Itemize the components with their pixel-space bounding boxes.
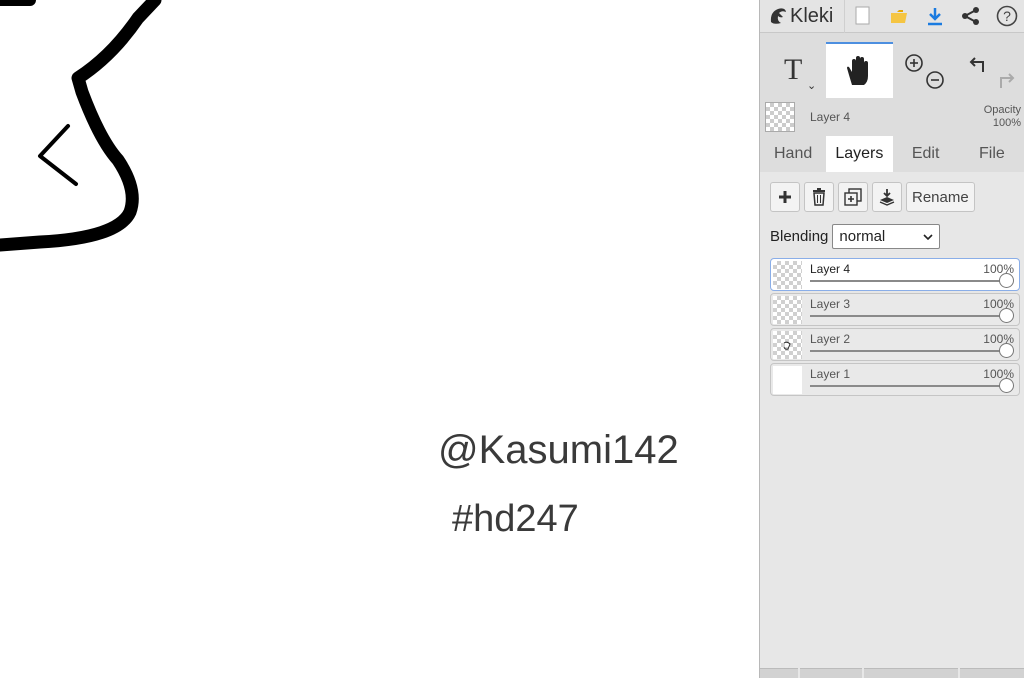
zoom-tool-button[interactable] (893, 42, 959, 98)
slider-handle[interactable] (999, 343, 1014, 358)
app-name: Kleki (790, 4, 834, 27)
svg-text:?: ? (1003, 8, 1011, 24)
bottom-bar (760, 668, 1024, 678)
layer-item[interactable]: Layer 3 100% (770, 293, 1020, 326)
bottom-bar-segment (960, 668, 1024, 678)
layer-name: Layer 3 (810, 297, 851, 311)
opacity-label: Opacity (983, 104, 1021, 116)
layer-name: Layer 4 (810, 262, 851, 276)
download-icon (928, 8, 942, 26)
duplicate-layer-button[interactable] (838, 182, 868, 212)
new-image-button[interactable] (845, 0, 881, 33)
bottom-bar-segment (800, 668, 862, 678)
slider-handle[interactable] (999, 273, 1014, 288)
drawing-canvas[interactable]: @Kasumi142 #hd247 (0, 0, 759, 678)
layer-opacity-slider[interactable] (810, 378, 1014, 393)
current-layer-opacity: Opacity 100% (984, 104, 1021, 130)
canvas-tag-text: #hd247 (452, 498, 579, 540)
new-image-icon (855, 6, 870, 25)
undo-redo-icon (969, 57, 1015, 88)
download-button[interactable] (917, 0, 953, 33)
layer-name: Layer 2 (810, 332, 851, 346)
hand-icon (847, 56, 869, 85)
current-layer-thumbnail (765, 102, 795, 132)
layer-thumbnail-sketch (783, 341, 791, 350)
opacity-value: 100% (992, 117, 1021, 129)
blending-row: Blending normal (770, 224, 941, 249)
layer-item[interactable]: Layer 4 100% (770, 258, 1020, 291)
layer-opacity-slider[interactable] (810, 308, 1014, 323)
tab-layers[interactable]: Layers (826, 136, 893, 172)
chevron-down-icon (923, 233, 933, 240)
open-folder-button[interactable] (881, 0, 917, 33)
slider-handle[interactable] (999, 378, 1014, 393)
share-icon (962, 7, 979, 25)
help-button[interactable]: ? (989, 0, 1024, 33)
layers-tab-content: Rename Blending normal Layer 4 100% Laye… (760, 172, 1024, 678)
tab-hand[interactable]: Hand (760, 136, 826, 172)
layer-opacity-slider[interactable] (810, 273, 1014, 288)
undo-redo-buttons[interactable] (959, 42, 1024, 98)
side-panel: Kleki ? T ⌄ Layer 4 Opacity 100% Hand La… (759, 0, 1024, 678)
layer-thumbnail (773, 261, 802, 289)
layer-item[interactable]: Layer 1 100% (770, 363, 1020, 396)
layer-actions: Rename (770, 182, 975, 212)
merge-down-icon (879, 189, 895, 206)
trash-icon (813, 188, 825, 206)
top-toolbar: Kleki ? (760, 0, 1024, 33)
panel-tabs: Hand Layers Edit File (760, 136, 1024, 172)
slider-handle[interactable] (999, 308, 1014, 323)
plus-icon (779, 191, 791, 203)
blending-label: Blending (770, 228, 829, 245)
text-tool-icon: T (783, 53, 803, 86)
merge-down-button[interactable] (872, 182, 902, 212)
kleki-logo-icon (770, 8, 786, 24)
share-button[interactable] (953, 0, 989, 33)
zoom-in-out-icon (904, 54, 944, 89)
layer-item[interactable]: Layer 2 100% (770, 328, 1020, 361)
bottom-bar-segment (760, 668, 798, 678)
blending-select[interactable]: normal (832, 224, 941, 249)
text-tool-button[interactable]: T ⌄ (760, 42, 826, 98)
current-layer-info: Layer 4 Opacity 100% (760, 98, 1024, 136)
tab-edit[interactable]: Edit (893, 136, 959, 172)
hand-tool-button[interactable] (826, 42, 893, 98)
add-layer-button[interactable] (770, 182, 800, 212)
canvas-handle-text: @Kasumi142 (438, 428, 679, 472)
layer-thumbnail (773, 331, 802, 359)
tab-file[interactable]: File (959, 136, 1024, 172)
delete-layer-button[interactable] (804, 182, 834, 212)
layer-thumbnail (773, 296, 802, 324)
text-tool-dropdown-icon[interactable]: ⌄ (807, 79, 816, 92)
duplicate-icon (844, 188, 862, 206)
open-folder-icon (891, 10, 907, 23)
bottom-bar-segment (864, 668, 958, 678)
blending-value: normal (839, 228, 886, 245)
current-layer-name: Layer 4 (810, 110, 851, 124)
layer-opacity-slider[interactable] (810, 343, 1014, 358)
tool-row: T ⌄ (760, 42, 1024, 98)
app-logo[interactable]: Kleki (760, 0, 845, 33)
layer-name: Layer 1 (810, 367, 851, 381)
canvas-drawing (0, 0, 162, 252)
rename-layer-button[interactable]: Rename (906, 182, 975, 212)
help-icon: ? (996, 5, 1018, 27)
layer-thumbnail (773, 366, 802, 394)
layer-list: Layer 4 100% Layer 3 100% Layer 2 100% L… (770, 258, 1020, 398)
